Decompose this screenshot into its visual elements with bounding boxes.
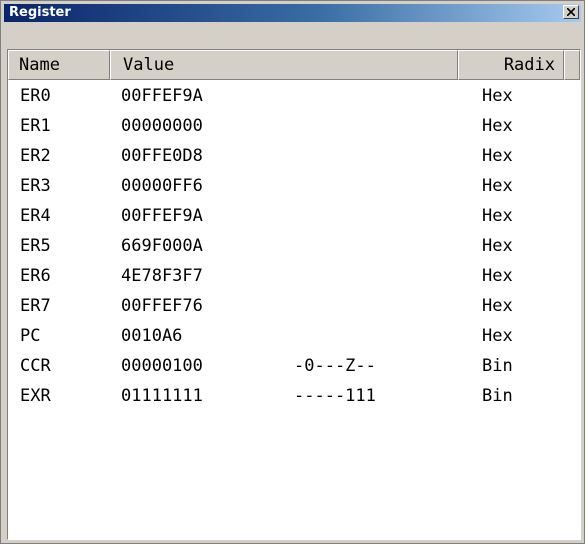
register-value[interactable]: 0010A6: [121, 321, 182, 351]
register-name: ER4: [20, 206, 51, 226]
register-window: Register Name Value Radix ER0 00FFEF9A Hex…: [0, 0, 585, 544]
close-icon: [567, 8, 575, 16]
register-radix: Bin: [482, 356, 513, 376]
register-radix: Hex: [482, 206, 513, 226]
window-title: Register: [9, 5, 71, 20]
register-name: ER0: [20, 86, 51, 106]
register-row-exr[interactable]: EXR 01111111 -----111 Bin: [8, 381, 580, 411]
register-row-er4[interactable]: ER4 00FFEF9A Hex: [8, 201, 580, 231]
register-flags: -----111: [294, 386, 376, 406]
register-name: ER6: [20, 266, 51, 286]
register-radix: Hex: [482, 86, 513, 106]
register-value[interactable]: 669F000A: [121, 231, 203, 261]
register-radix: Hex: [482, 296, 513, 316]
register-name: ER3: [20, 176, 51, 196]
register-radix: Hex: [482, 236, 513, 256]
register-name: ER5: [20, 236, 51, 256]
register-row-er0[interactable]: ER0 00FFEF9A Hex: [8, 81, 580, 111]
column-header-radix[interactable]: Radix: [458, 50, 564, 80]
register-row-pc[interactable]: PC 0010A6 Hex: [8, 321, 580, 351]
register-row-er5[interactable]: ER5 669F000A Hex: [8, 231, 580, 261]
register-name: ER1: [20, 116, 51, 136]
register-value[interactable]: 00FFEF76: [121, 291, 203, 321]
register-row-er3[interactable]: ER3 00000FF6 Hex: [8, 171, 580, 201]
register-radix: Hex: [482, 176, 513, 196]
register-value[interactable]: 00000FF6: [121, 171, 203, 201]
register-radix: Hex: [482, 116, 513, 136]
register-radix: Bin: [482, 386, 513, 406]
column-header-filler: [564, 50, 580, 80]
register-name: ER2: [20, 146, 51, 166]
register-row-er6[interactable]: ER6 4E78F3F7 Hex: [8, 261, 580, 291]
register-row-er2[interactable]: ER2 00FFE0D8 Hex: [8, 141, 580, 171]
register-name: PC: [20, 326, 41, 346]
register-row-er7[interactable]: ER7 00FFEF76 Hex: [8, 291, 580, 321]
column-header-name[interactable]: Name: [8, 50, 110, 80]
register-row-ccr[interactable]: CCR 00000100 -0---Z-- Bin: [8, 351, 580, 381]
register-row-er1[interactable]: ER1 00000000 Hex: [8, 111, 580, 141]
register-rows: ER0 00FFEF9A Hex ER1 00000000 Hex ER2 00FFE0D8 H…: [8, 81, 580, 411]
register-name: EXR: [20, 386, 51, 406]
register-value[interactable]: 4E78F3F7: [121, 261, 203, 291]
close-button[interactable]: [563, 5, 579, 19]
register-list[interactable]: Name Value Radix ER0 00FFEF9A Hex ER1 000000…: [7, 49, 581, 540]
register-radix: Hex: [482, 326, 513, 346]
register-radix: Hex: [482, 146, 513, 166]
register-value[interactable]: 00000100: [121, 351, 203, 381]
register-flags: -0---Z--: [294, 356, 376, 376]
register-value[interactable]: 00FFEF9A: [121, 81, 203, 111]
title-bar[interactable]: Register: [4, 4, 581, 22]
column-header-value[interactable]: Value: [110, 50, 458, 80]
register-value[interactable]: 00FFEF9A: [121, 201, 203, 231]
register-name: ER7: [20, 296, 51, 316]
register-value[interactable]: 01111111: [121, 381, 203, 411]
register-name: CCR: [20, 356, 51, 376]
register-value[interactable]: 00000000: [121, 111, 203, 141]
register-value[interactable]: 00FFE0D8: [121, 141, 203, 171]
register-radix: Hex: [482, 266, 513, 286]
